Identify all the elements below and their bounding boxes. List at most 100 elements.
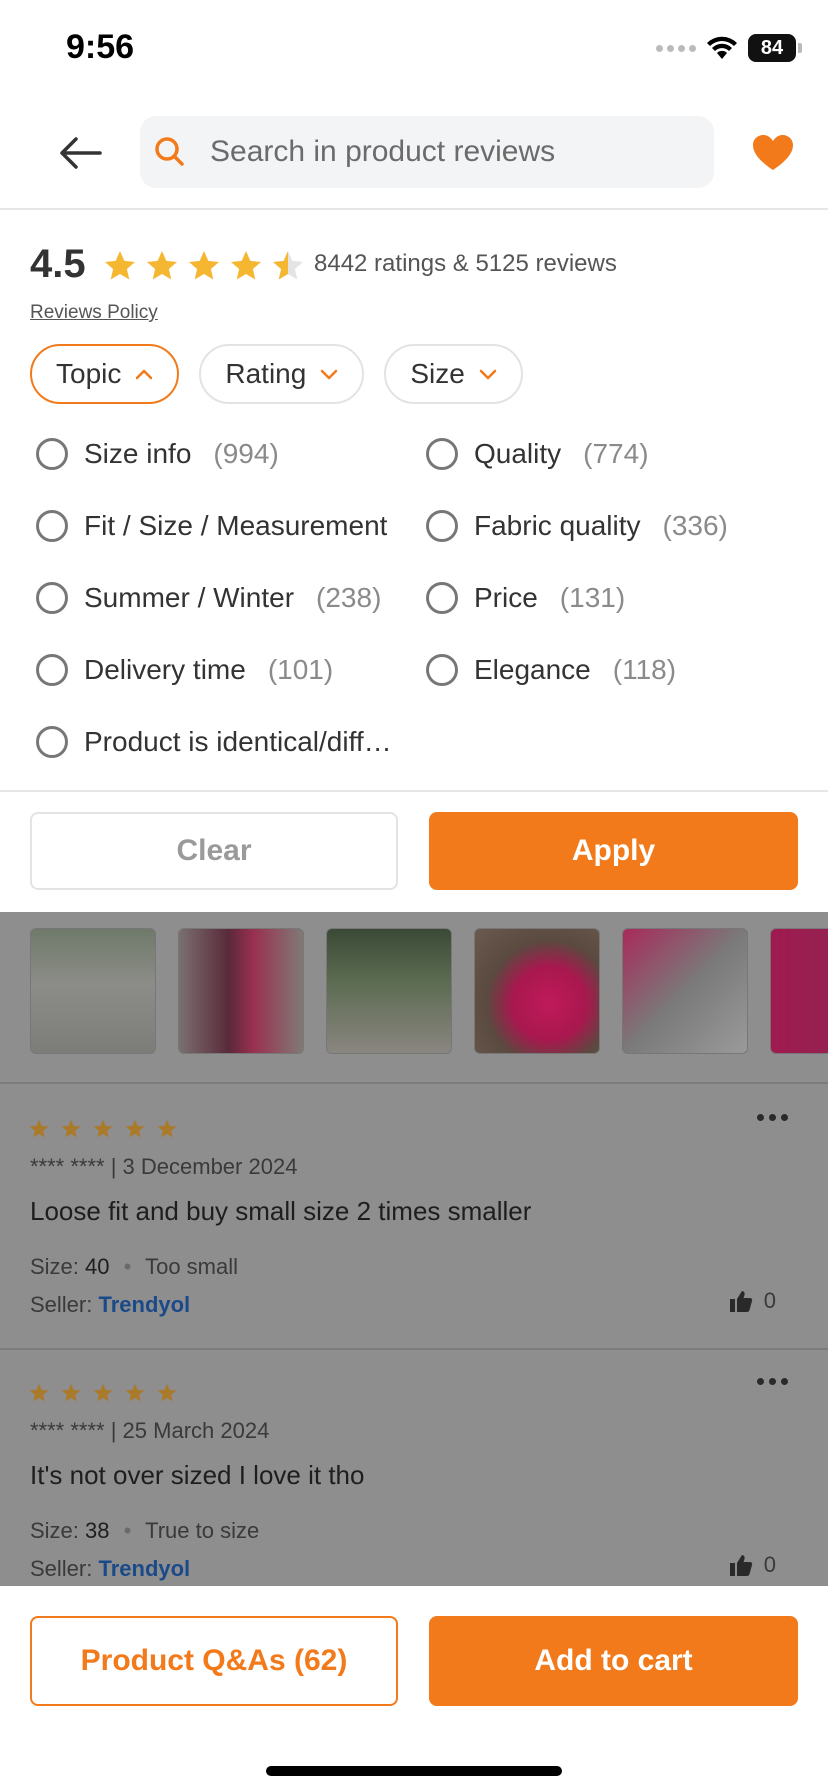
topic-label: Price [474,582,538,613]
radio-button[interactable] [36,510,68,542]
chip-topic[interactable]: Topic [30,344,180,404]
home-indicator[interactable] [266,1766,562,1776]
review-author-date: **** **** | 25 March 2024 [30,1418,270,1443]
more-options-button[interactable] [757,1114,788,1121]
seller-label: Seller: [30,1292,93,1317]
topic-label: Elegance [474,654,591,685]
search-icon [155,137,184,166]
topic-option-product-identical[interactable]: Product is identical/different [36,706,404,778]
size-value: 38 [85,1518,110,1543]
radio-button[interactable] [426,438,458,470]
star-full-icon [231,251,261,280]
topic-option-quality[interactable]: Quality (774) [426,418,816,490]
seller-link[interactable]: Trendyol [98,1292,190,1317]
back-arrow-icon [60,137,102,169]
thumbs-up-icon [729,1291,752,1312]
star-icon [29,1383,49,1402]
review-text: It's not over sized I love it tho [30,1460,365,1490]
topic-option-summer-winter[interactable]: Summer / Winter (238) [36,562,404,634]
fit-label: Too small [145,1254,238,1279]
size-value: 40 [85,1254,110,1279]
status-bar: 9:56 84 [0,0,828,100]
topic-count: (774) [583,438,649,469]
like-count: 0 [763,1552,776,1577]
topic-option-elegance[interactable]: Elegance (118) [426,634,816,706]
product-qa-button[interactable]: Product Q&As (62) [30,1616,398,1706]
star-icon [29,1119,49,1138]
rating-stars [102,248,306,284]
topic-options: Size info (994) Quality (774) Fit / Size… [36,418,816,778]
topic-option-price[interactable]: Price (131) [426,562,816,634]
radio-button[interactable] [36,438,68,470]
radio-button[interactable] [36,582,68,614]
radio-button[interactable] [426,654,458,686]
topic-label: Delivery time [84,654,246,685]
star-full-icon [189,251,219,280]
topic-label: Product is identical/different [84,726,404,757]
chip-rating[interactable]: Rating [199,344,365,404]
radio-button[interactable] [426,582,458,614]
star-icon [125,1383,145,1402]
like-button[interactable]: 0 [728,1288,776,1314]
favorite-button[interactable] [748,128,798,178]
review-stars [28,1118,178,1140]
star-icon [125,1119,145,1138]
search-input[interactable] [210,135,714,169]
size-label: Size: [30,1254,79,1279]
radio-button[interactable] [36,726,68,758]
reviews-policy-link[interactable]: Reviews Policy [30,302,158,324]
rating-count: 8442 ratings & 5125 reviews [314,250,617,277]
add-to-cart-button[interactable]: Add to cart [429,1616,798,1706]
seller-link[interactable]: Trendyol [98,1556,190,1581]
radio-button[interactable] [36,654,68,686]
topic-label: Fabric quality [474,510,641,541]
clear-button[interactable]: Clear [30,812,398,890]
back-button[interactable] [50,128,110,178]
chevron-down-icon [321,369,338,380]
like-button[interactable]: 0 [728,1552,776,1578]
review-photo[interactable] [474,928,600,1054]
review-photo[interactable] [178,928,304,1054]
topic-option-delivery-time[interactable]: Delivery time (101) [36,634,404,706]
topic-count: (336) [662,510,728,541]
review-seller: Seller: Trendyol [30,1556,190,1582]
review-photo[interactable] [622,928,748,1054]
fit-label: True to size [145,1518,260,1543]
wifi-icon [707,36,737,59]
topic-count: (101) [267,654,334,685]
review-card: **** **** | 3 December 2024 Loose fit an… [0,1084,828,1348]
star-icon [157,1119,177,1138]
review-text: Loose fit and buy small size 2 times sma… [30,1196,532,1226]
dimmed-reviews-overlay[interactable]: **** **** | 3 December 2024 Loose fit an… [0,912,828,1586]
review-seller: Seller: Trendyol [30,1292,190,1318]
thumbs-up-icon [729,1555,752,1576]
filter-chips: Topic Rating Size [30,344,523,404]
chevron-up-icon [136,369,153,380]
search-box[interactable] [140,116,714,188]
star-full-icon [147,251,177,280]
apply-button[interactable]: Apply [429,812,798,890]
chip-size[interactable]: Size [384,344,523,404]
star-half-icon [273,251,303,280]
review-photo[interactable] [770,928,828,1054]
review-photos [30,928,828,1054]
star-icon [93,1119,113,1138]
topic-label: Fit / Size / Measurement [84,510,388,541]
seller-label: Seller: [30,1556,93,1581]
topic-option-fit-size[interactable]: Fit / Size / Measurement [36,490,404,562]
review-photo[interactable] [326,928,452,1054]
like-count: 0 [763,1288,776,1313]
topic-option-size-info[interactable]: Size info (994) [36,418,404,490]
more-options-button[interactable] [757,1378,788,1385]
review-stars [28,1382,178,1404]
chevron-down-icon [479,369,497,380]
size-label: Size: [30,1518,79,1543]
review-author-date: **** **** | 3 December 2024 [30,1154,298,1179]
review-photo[interactable] [30,928,156,1054]
radio-button[interactable] [426,510,458,542]
topic-option-fabric-quality[interactable]: Fabric quality (336) [426,490,816,562]
status-icons: 84 [656,34,802,62]
topic-label: Quality [474,438,562,469]
filter-actions: Clear Apply [0,792,828,912]
topic-label: Summer / Winter [84,582,295,613]
